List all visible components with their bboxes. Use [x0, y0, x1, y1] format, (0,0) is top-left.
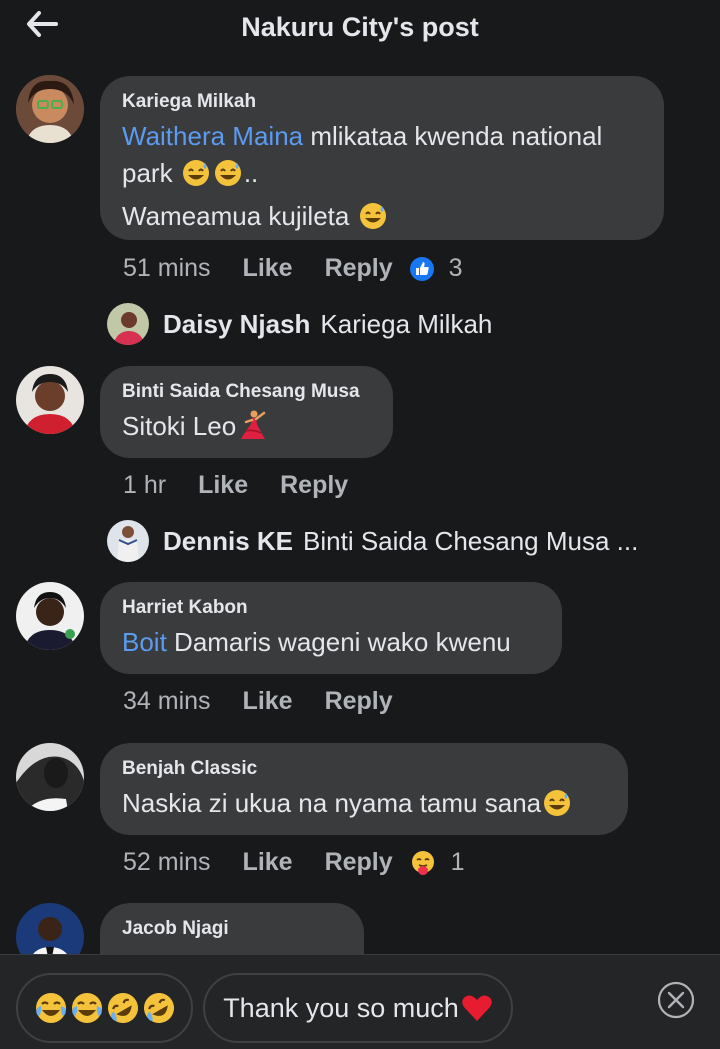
comment-author[interactable]: Jacob Njagi — [122, 917, 342, 941]
mention-link[interactable]: Boit — [122, 627, 167, 657]
thumbs-up-icon[interactable] — [409, 256, 435, 282]
sweat-smile-emoji-icon — [181, 158, 211, 198]
reply-text: Kariega Milkah — [320, 308, 493, 339]
avatar[interactable] — [16, 75, 84, 143]
text-suggestion-chip[interactable]: Thank you so much — [203, 973, 513, 1043]
like-button[interactable]: Like — [243, 254, 293, 283]
comment-text: Sitoki Leo — [122, 408, 371, 451]
comment-author[interactable]: Kariega Milkah — [122, 90, 642, 114]
sweat-smile-emoji-icon — [542, 788, 572, 828]
comment-text: Boit Damaris wageni wako kwenu — [122, 627, 511, 657]
tears-of-joy-emoji-icon — [69, 990, 105, 1026]
comment-time[interactable]: 1 hr — [123, 471, 166, 500]
reply-author: Daisy Njash — [163, 308, 311, 339]
reply-button[interactable]: Reply — [325, 254, 393, 283]
comment-list[interactable]: Kariega Milkah Waithera Maina mlikataa k… — [0, 58, 720, 954]
avatar[interactable] — [16, 903, 84, 954]
dancer-emoji-icon — [237, 409, 269, 451]
mention-link[interactable]: Waithera Maina — [122, 121, 303, 151]
red-heart-icon — [461, 993, 493, 1023]
avatar — [107, 303, 149, 345]
reply-author: Dennis KE — [163, 525, 294, 556]
comment-author[interactable]: Harriet Kabon — [122, 596, 540, 620]
comment-bubble[interactable]: Binti Saida Chesang Musa Sitoki Leo — [100, 366, 393, 458]
reply-button[interactable]: Reply — [325, 848, 393, 877]
avatar — [107, 520, 149, 562]
tears-of-joy-emoji-icon — [33, 990, 69, 1026]
reply-preview[interactable]: Dennis KE Binti Saida Chesang Musa ... — [107, 520, 638, 562]
page-title: Nakuru City's post — [241, 12, 479, 42]
comment-bubble[interactable]: Kariega Milkah Waithera Maina mlikataa k… — [100, 76, 664, 240]
avatar[interactable] — [16, 743, 84, 811]
comment-actions: 34 mins Like Reply — [123, 687, 425, 716]
reaction-count[interactable]: 3 — [449, 254, 463, 283]
rofl-emoji-icon — [105, 990, 141, 1026]
like-button[interactable]: Like — [243, 687, 293, 716]
comment-time[interactable]: 51 mins — [123, 254, 211, 283]
comment-bubble[interactable]: Harriet Kabon Boit Damaris wageni wako k… — [100, 582, 562, 674]
rofl-emoji-icon — [141, 990, 177, 1026]
comment-actions: 1 hr Like Reply — [123, 471, 380, 500]
comment-actions: 52 mins Like Reply 1 — [123, 848, 465, 877]
avatar[interactable] — [16, 366, 84, 434]
avatar[interactable] — [16, 582, 84, 650]
reaction-count[interactable]: 1 — [451, 848, 465, 877]
quick-reply-bar: Thank you so much — [0, 954, 720, 1049]
reply-button[interactable]: Reply — [280, 471, 348, 500]
dismiss-suggestions-button[interactable] — [657, 981, 695, 1019]
comment-actions: 51 mins Like Reply 3 — [123, 254, 463, 283]
comment-time[interactable]: 52 mins — [123, 848, 211, 877]
emoji-suggestion-chip[interactable] — [16, 973, 193, 1043]
like-button[interactable]: Like — [243, 848, 293, 877]
top-bar: Nakuru City's post — [0, 0, 720, 58]
reply-preview[interactable]: Daisy Njash Kariega Milkah — [107, 303, 492, 345]
comment-time[interactable]: 34 mins — [123, 687, 211, 716]
comment-bubble[interactable]: Benjah Classic Naskia zi ukua na nyama t… — [100, 743, 628, 835]
comment-text: Waithera Maina mlikataa kwenda national … — [122, 118, 642, 241]
close-icon — [657, 981, 695, 1019]
suggestion-text: Thank you so much — [223, 992, 459, 1023]
comment-bubble[interactable]: Jacob Njagi — [100, 903, 364, 954]
sweat-smile-emoji-icon — [213, 158, 243, 198]
reply-text: Binti Saida Chesang Musa ... — [303, 525, 639, 556]
reply-button[interactable]: Reply — [325, 687, 393, 716]
comment-text: Naskia zi ukua na nyama tamu sana — [122, 785, 606, 828]
sweat-smile-emoji-icon — [358, 201, 388, 241]
care-hug-icon[interactable] — [409, 849, 437, 877]
comment-author[interactable]: Binti Saida Chesang Musa — [122, 380, 371, 404]
comment-author[interactable]: Benjah Classic — [122, 757, 606, 781]
like-button[interactable]: Like — [198, 471, 248, 500]
